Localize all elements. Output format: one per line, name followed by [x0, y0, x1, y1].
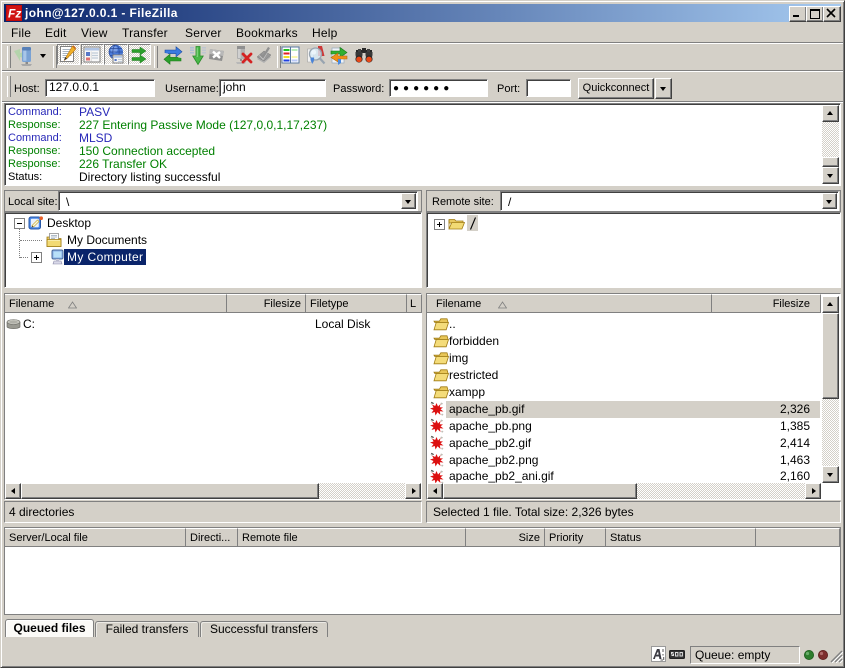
- svg-text:Fz: Fz: [8, 7, 21, 21]
